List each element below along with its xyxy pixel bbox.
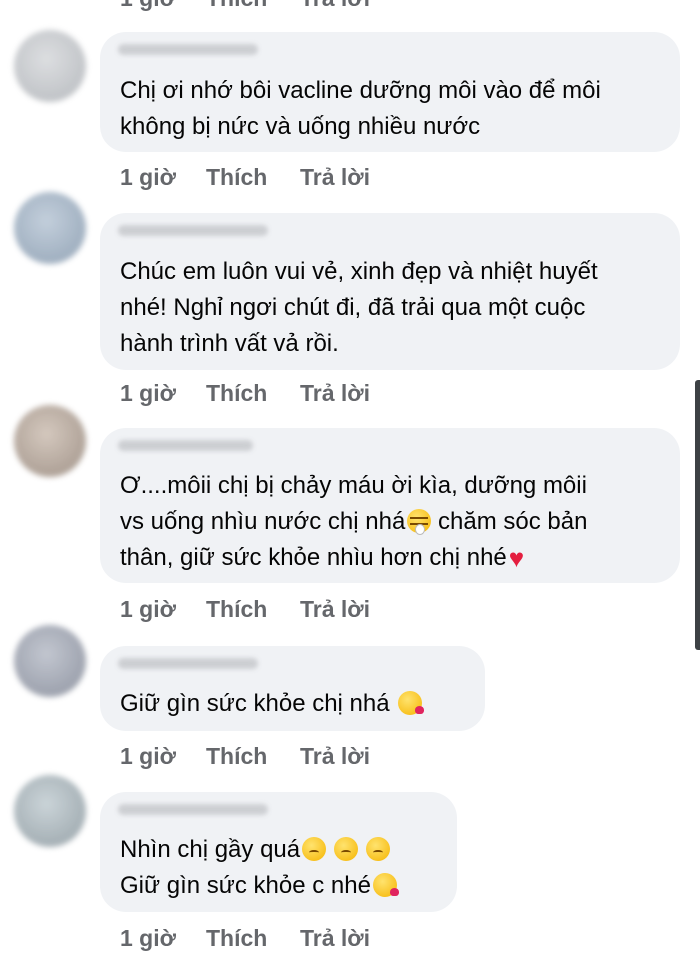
comment-actions: 1 giờ Thích Trả lời [120, 743, 370, 770]
comment-bubble: Ơ....môii chị bị chảy máu ời kìa, dưỡng … [100, 428, 680, 583]
comment-actions-partial: 1 giờ Thích Trả lời [0, 0, 700, 12]
comment-time[interactable]: 1 giờ [120, 380, 206, 407]
author-name-blurred[interactable] [118, 225, 268, 236]
comment-time[interactable]: 1 giờ [120, 743, 206, 770]
reply-button[interactable]: Trả lời [300, 0, 370, 12]
comment-actions: 1 giờ Thích Trả lời [120, 164, 370, 191]
comment-actions: 1 giờ Thích Trả lời [120, 380, 370, 407]
like-button[interactable]: Thích [206, 0, 300, 12]
tears-of-pain-icon [407, 509, 432, 535]
avatar[interactable] [14, 192, 86, 264]
comment-bubble: Chị ơi nhớ bôi vacline dưỡng môi vào để … [100, 32, 680, 152]
avatar[interactable] [14, 30, 86, 102]
kiss-face-icon [372, 873, 399, 897]
comment-actions: 1 giờ Thích Trả lời [120, 596, 370, 623]
scrollbar-thumb[interactable] [695, 380, 700, 650]
like-button[interactable]: Thích [206, 164, 300, 191]
pensive-face-icon [302, 837, 327, 861]
avatar[interactable] [14, 775, 86, 847]
like-button[interactable]: Thích [206, 743, 300, 770]
comment-text: Chúc em luôn vui vẻ, xinh đẹp và nhiệt h… [120, 258, 598, 357]
avatar[interactable] [14, 405, 86, 477]
kiss-face-icon [398, 691, 425, 715]
pensive-face-icon [366, 837, 391, 861]
author-name-blurred[interactable] [118, 804, 268, 815]
comment-time[interactable]: 1 giờ [120, 164, 206, 191]
avatar[interactable] [14, 625, 86, 697]
comment-time[interactable]: 1 giờ [120, 596, 206, 623]
reply-button[interactable]: Trả lời [300, 380, 370, 407]
reply-button[interactable]: Trả lời [300, 164, 370, 191]
author-name-blurred[interactable] [118, 44, 258, 55]
comment-text: Chị ơi nhớ bôi vacline dưỡng môi vào để … [120, 77, 601, 140]
comment-text: Giữ gìn sức khỏe chị nhá [120, 686, 425, 722]
author-name-blurred[interactable] [118, 440, 253, 451]
like-button[interactable]: Thích [206, 596, 300, 623]
comment-text: Nhìn chị gầy quá Giữ gìn sức khỏe c nhé [120, 832, 399, 904]
author-name-blurred[interactable] [118, 658, 258, 669]
comment-actions: 1 giờ Thích Trả lời [120, 925, 370, 952]
like-button[interactable]: Thích [206, 925, 300, 952]
reply-button[interactable]: Trả lời [300, 596, 370, 623]
heart-icon: ♥ [508, 543, 525, 573]
comment-bubble: Nhìn chị gầy quá Giữ gìn sức khỏe c nhé [100, 792, 457, 912]
comment-time[interactable]: 1 giờ [120, 925, 206, 952]
pensive-face-icon [334, 837, 359, 861]
reply-button[interactable]: Trả lời [300, 925, 370, 952]
comment-bubble: Chúc em luôn vui vẻ, xinh đẹp và nhiệt h… [100, 213, 680, 370]
like-button[interactable]: Thích [206, 380, 300, 407]
comment-bubble: Giữ gìn sức khỏe chị nhá [100, 646, 485, 731]
reply-button[interactable]: Trả lời [300, 743, 370, 770]
comment-text: Ơ....môii chị bị chảy máu ời kìa, dưỡng … [120, 468, 587, 576]
comment-time[interactable]: 1 giờ [120, 0, 206, 12]
